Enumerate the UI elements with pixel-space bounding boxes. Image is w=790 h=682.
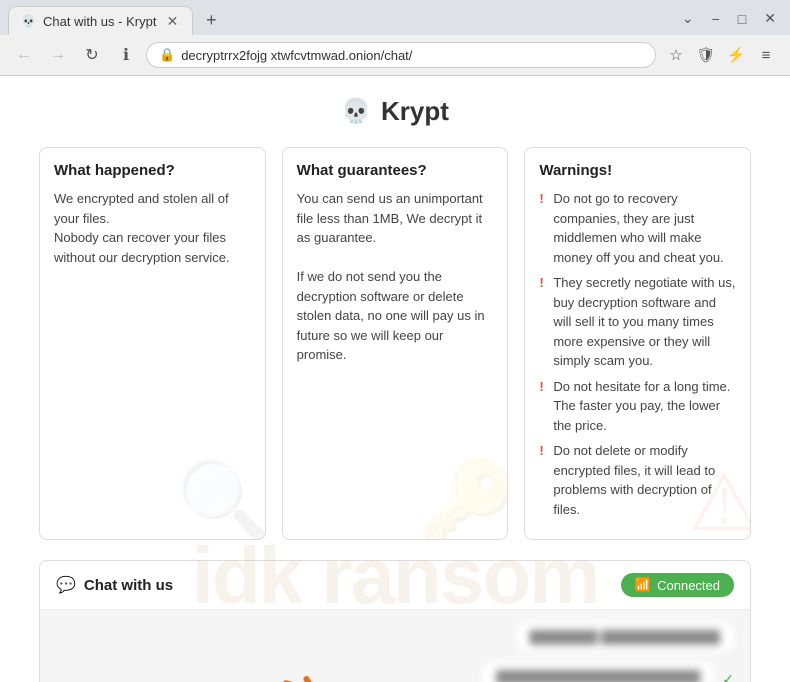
close-window-button[interactable]: ✕ — [758, 8, 782, 29]
url-text: decryptrrx2fojg xtwfcvtmwad.onion/chat/ — [181, 48, 643, 63]
connected-label: Connected — [657, 578, 720, 593]
minimize-button[interactable]: − — [706, 9, 726, 29]
refresh-button[interactable]: ↻ — [78, 41, 106, 69]
card-happened-title: What happened? — [54, 162, 251, 179]
shield-button[interactable]: 🛡 — [692, 41, 720, 69]
info-button[interactable]: ℹ — [112, 41, 140, 69]
back-button[interactable]: ← — [10, 41, 38, 69]
nav-bar: ← → ↻ ℹ 🔒 decryptrrx2fojg xtwfcvtmwad.on… — [0, 35, 790, 75]
page-content: 💀 Krypt What happened? We encrypted and … — [15, 76, 775, 682]
browser-window: 💀 Krypt What happened? We encrypted and … — [0, 76, 790, 682]
card-warnings-body: Do not go to recovery companies, they ar… — [539, 189, 736, 519]
browser-chrome: 💀 Chat with us - Krypt ✕ + ⌄ − □ ✕ ← → ↻… — [0, 0, 790, 76]
tab-title: Chat with us - Krypt — [43, 14, 156, 29]
address-bar[interactable]: 🔒 decryptrrx2fojg xtwfcvtmwad.onion/chat… — [146, 42, 656, 68]
card-warnings: Warnings! Do not go to recovery companie… — [524, 147, 751, 540]
warning-item-3: Do not hesitate for a long time. The fas… — [539, 377, 736, 436]
warning-item-4: Do not delete or modify encrypted files,… — [539, 441, 736, 519]
page-title: Krypt — [381, 96, 449, 127]
tab-bar: 💀 Chat with us - Krypt ✕ + ⌄ − □ ✕ — [0, 0, 790, 35]
tab-chevron-down[interactable]: ⌄ — [676, 8, 700, 29]
warning-item-1: Do not go to recovery companies, they ar… — [539, 189, 736, 267]
blurred-message-1: ████████ ██████████████ — [516, 622, 734, 652]
card-happened: What happened? We encrypted and stolen a… — [39, 147, 266, 540]
chat-title: 💬 Chat with us — [56, 575, 173, 595]
guarantees-watermark: 🔑 — [418, 455, 509, 540]
bookmark-button[interactable]: ☆ — [662, 41, 690, 69]
extensions-button[interactable]: ⚡ — [722, 41, 750, 69]
chat-area: ████████ ██████████████ ████████████████… — [40, 610, 750, 682]
cards-row: What happened? We encrypted and stolen a… — [39, 147, 751, 540]
tab-controls: ⌄ − □ ✕ — [676, 8, 782, 33]
connected-badge: 📶 Connected — [621, 573, 734, 597]
forward-button[interactable]: → — [44, 41, 72, 69]
page-header: 💀 Krypt — [39, 96, 751, 127]
card-guarantees-title: What guarantees? — [297, 162, 494, 179]
card-happened-body: We encrypted and stolen all of your file… — [54, 189, 251, 267]
card-warnings-title: Warnings! — [539, 162, 736, 179]
checkmark-icon: ✓ — [722, 671, 734, 682]
blurred-message-2: ████████████████████████ — [482, 662, 714, 682]
maximize-button[interactable]: □ — [732, 9, 752, 29]
tab-favicon: 💀 — [21, 14, 35, 28]
menu-button[interactable]: ≡ — [752, 41, 780, 69]
chat-header: 💬 Chat with us 📶 Connected — [40, 561, 750, 610]
skull-icon: 💀 — [341, 97, 371, 126]
happened-watermark: 🔍 — [175, 455, 266, 540]
chat-title-text: Chat with us — [84, 577, 173, 594]
nav-right-icons: ☆ 🛡 ⚡ ≡ — [662, 41, 780, 69]
tab-close-button[interactable]: ✕ — [164, 13, 180, 29]
warning-item-2: They secretly negotiate with us, buy dec… — [539, 273, 736, 371]
wifi-icon: 📶 — [635, 577, 651, 593]
security-indicator: 🔒 — [159, 47, 175, 63]
card-guarantees-body: You can send us an unimportant file less… — [297, 189, 494, 365]
active-tab[interactable]: 💀 Chat with us - Krypt ✕ — [8, 6, 193, 35]
chat-section: 💬 Chat with us 📶 Connected ████████ ████… — [39, 560, 751, 682]
chat-icon: 💬 — [56, 575, 76, 595]
card-guarantees: What guarantees? You can send us an unim… — [282, 147, 509, 540]
new-tab-button[interactable]: + — [197, 7, 225, 35]
